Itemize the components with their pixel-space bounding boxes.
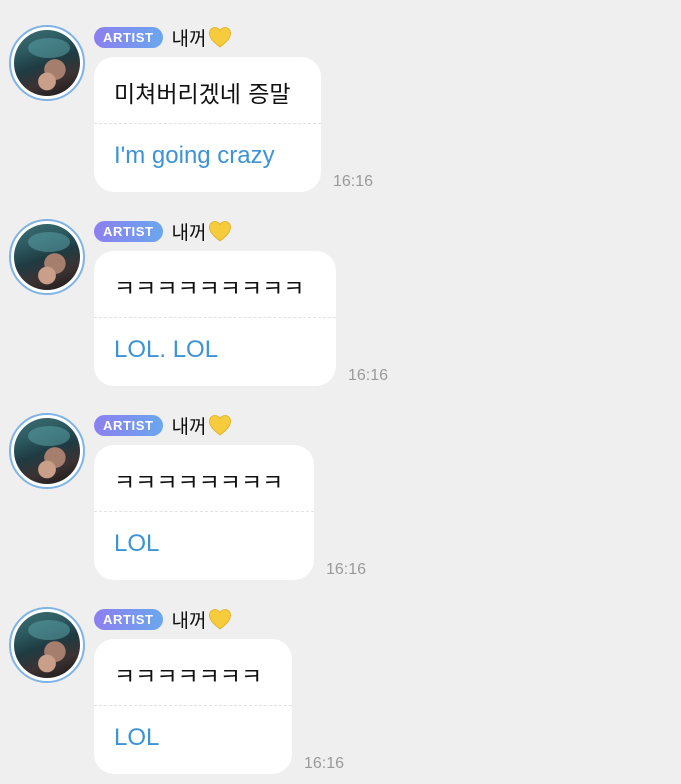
message-bubble[interactable]: ㅋㅋㅋㅋㅋㅋㅋ LOL — [94, 639, 292, 774]
message-translation-text: LOL. LOL — [114, 336, 219, 363]
message-timestamp: 16:16 — [348, 367, 389, 384]
message-timestamp: 16:16 — [304, 755, 345, 772]
chat-message: ARTIST 내꺼 미쳐버리겠네 증말 I'm going crazy 16:1… — [0, 0, 681, 194]
chat-message: ARTIST 내꺼 ㅋㅋㅋㅋㅋㅋㅋㅋ LOL 16:16 — [0, 388, 681, 582]
avatar-image — [14, 612, 80, 678]
avatar[interactable] — [9, 413, 85, 489]
avatar-image — [14, 224, 80, 290]
message-bubble[interactable]: ㅋㅋㅋㅋㅋㅋㅋㅋ LOL — [94, 445, 314, 580]
artist-badge: ARTIST — [94, 414, 163, 436]
message-header: ARTIST 내꺼 — [94, 607, 232, 632]
avatar[interactable] — [9, 219, 85, 295]
yellow-heart-icon — [208, 415, 231, 436]
bubble-divider — [94, 317, 336, 318]
sender-name: 내꺼 — [171, 27, 207, 50]
message-header: ARTIST 내꺼 — [94, 413, 232, 438]
avatar[interactable] — [9, 607, 85, 683]
message-original-text: ㅋㅋㅋㅋㅋㅋㅋ — [114, 664, 263, 690]
message-translation-text: LOL — [114, 530, 160, 557]
message-bubble[interactable]: 미쳐버리겠네 증말 I'm going crazy — [94, 57, 321, 192]
yellow-heart-icon — [208, 27, 231, 48]
message-header: ARTIST 내꺼 — [94, 219, 232, 244]
avatar-image — [14, 30, 80, 96]
artist-badge: ARTIST — [94, 220, 163, 242]
yellow-heart-icon — [208, 221, 231, 242]
avatar-image — [14, 418, 80, 484]
artist-badge: ARTIST — [94, 608, 163, 630]
message-translation-text: LOL — [114, 724, 160, 751]
artist-badge: ARTIST — [94, 26, 163, 48]
message-original-text: ㅋㅋㅋㅋㅋㅋㅋㅋ — [114, 470, 284, 496]
message-original-text: ㅋㅋㅋㅋㅋㅋㅋㅋㅋ — [114, 276, 305, 302]
sender-name: 내꺼 — [171, 415, 207, 438]
chat-message: ARTIST 내꺼 ㅋㅋㅋㅋㅋㅋㅋㅋㅋ LOL. LOL 16:16 — [0, 194, 681, 388]
yellow-heart-icon — [208, 609, 231, 630]
avatar[interactable] — [9, 25, 85, 101]
message-original-text: 미쳐버리겠네 증말 — [114, 82, 291, 108]
bubble-divider — [94, 123, 321, 124]
chat-message: ARTIST 내꺼 ㅋㅋㅋㅋㅋㅋㅋ LOL 16:16 — [0, 582, 681, 776]
message-translation-text: I'm going crazy — [114, 142, 275, 169]
bubble-divider — [94, 705, 292, 706]
sender-name: 내꺼 — [171, 221, 207, 244]
message-timestamp: 16:16 — [333, 173, 374, 190]
sender-name: 내꺼 — [171, 609, 207, 632]
message-header: ARTIST 내꺼 — [94, 25, 232, 50]
message-bubble[interactable]: ㅋㅋㅋㅋㅋㅋㅋㅋㅋ LOL. LOL — [94, 251, 336, 386]
bubble-divider — [94, 511, 314, 512]
message-timestamp: 16:16 — [326, 561, 367, 578]
